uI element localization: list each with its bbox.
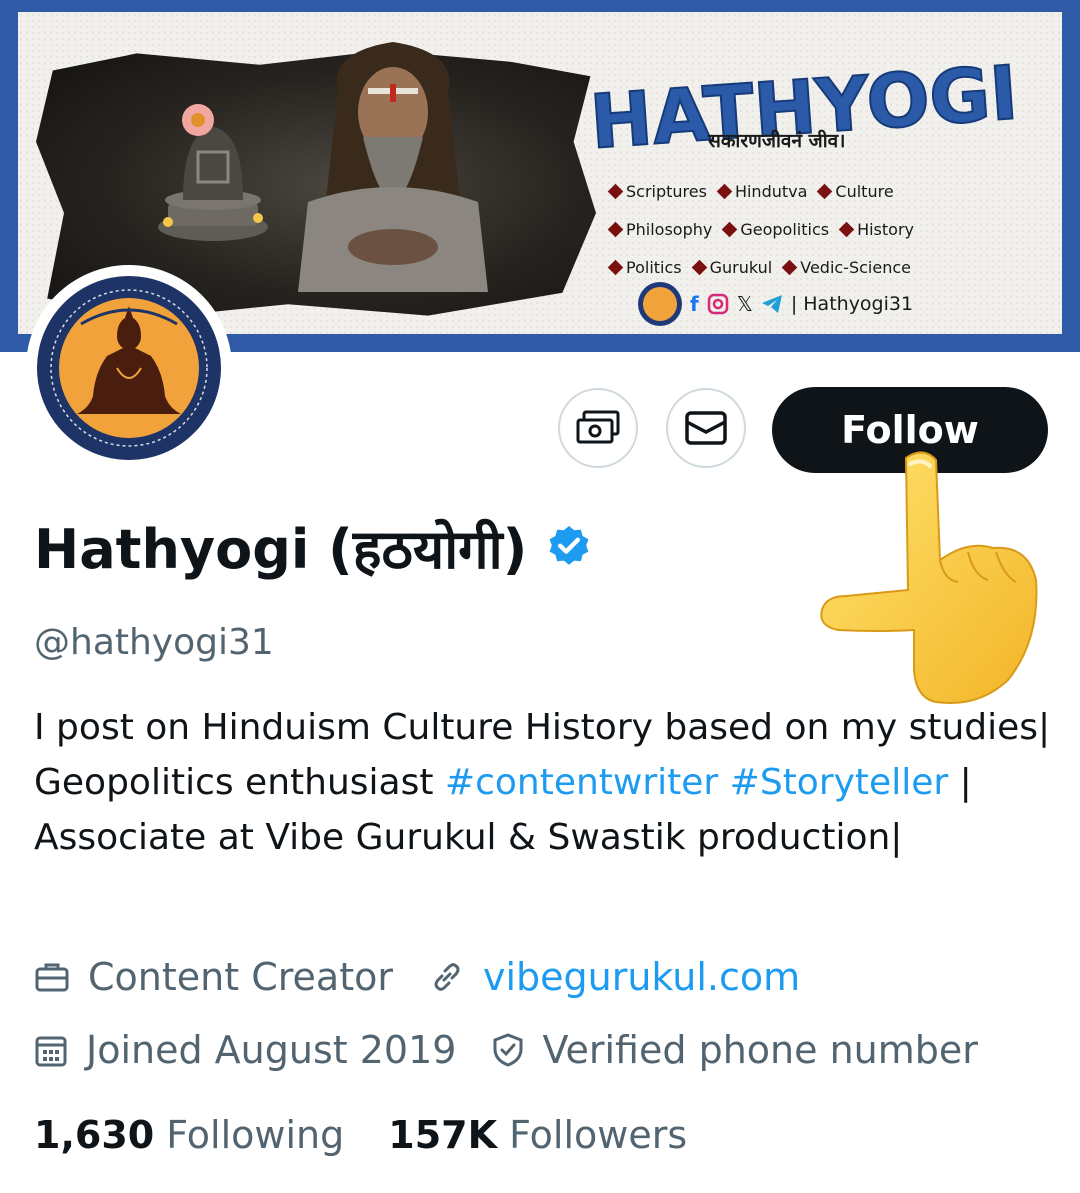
- diamond-icon: [722, 221, 738, 237]
- link-icon: [434, 963, 460, 991]
- topic-item: Politics: [607, 258, 682, 277]
- topic-item: Gurukul: [691, 258, 772, 277]
- topic-item: Geopolitics: [722, 220, 829, 239]
- shield-icon: [493, 1033, 523, 1067]
- profile-handle: @hathyogi31: [34, 622, 274, 663]
- banner-social-row: f 𝕏 | Hathyogi31: [638, 282, 913, 326]
- followers-label: Followers: [509, 1113, 688, 1157]
- topic-item: History: [838, 220, 914, 239]
- telegram-icon: [761, 295, 782, 313]
- profile-stats: 1,630 Following 157K Followers: [34, 1113, 687, 1157]
- profile-meta-row: Joined August 2019 Verified phone number: [34, 1028, 1014, 1072]
- profile-verified-phone[interactable]: Verified phone number: [492, 1028, 978, 1072]
- diamond-icon: [691, 259, 707, 275]
- banner-social-handle: | Hathyogi31: [790, 293, 914, 315]
- followers-link[interactable]: 157K Followers: [388, 1113, 687, 1157]
- topic-item: Philosophy: [607, 220, 712, 239]
- shiva-linga-icon: [158, 104, 268, 241]
- diamond-icon: [716, 183, 733, 199]
- following-label: Following: [166, 1113, 345, 1157]
- topic-item: Culture: [817, 182, 894, 201]
- diamond-icon: [607, 183, 624, 199]
- following-count: 1,630: [34, 1113, 155, 1157]
- verified-badge-icon[interactable]: [545, 523, 593, 571]
- message-button[interactable]: [666, 388, 746, 468]
- avatar[interactable]: [26, 265, 232, 471]
- diamond-icon: [838, 221, 855, 237]
- hashtag-link[interactable]: #Storyteller: [730, 762, 948, 803]
- topic-item: Scriptures: [607, 182, 707, 201]
- envelope-icon: [685, 411, 727, 445]
- topic-item: Hindutva: [716, 182, 807, 201]
- following-link[interactable]: 1,630 Following: [34, 1113, 344, 1157]
- subscribe-button[interactable]: [558, 388, 638, 468]
- profile-meta-row: Content Creator vibegurukul.com: [34, 955, 836, 999]
- banner-topics: Scriptures Hindutva Culture Philosophy G…: [607, 172, 1050, 286]
- pointing-hand-icon: [820, 451, 1038, 704]
- profile-category: Content Creator: [34, 955, 393, 999]
- profile-joined: Joined August 2019: [34, 1028, 456, 1072]
- diamond-icon: [817, 183, 833, 199]
- hathyogi-logo: [37, 276, 221, 460]
- sage-figure-icon: [298, 42, 488, 292]
- facebook-icon: f: [690, 292, 699, 316]
- website-link[interactable]: vibegurukul.com: [483, 955, 800, 999]
- profile-website[interactable]: vibegurukul.com: [429, 955, 800, 999]
- display-name: Hathyogi (हठयोगी): [34, 518, 528, 581]
- profile-display-name-row: Hathyogi (हठयोगी): [34, 510, 593, 584]
- topic-item: Vedic-Science: [781, 258, 911, 277]
- topic-row: Philosophy Geopolitics History: [607, 210, 1050, 248]
- briefcase-icon: [35, 963, 69, 992]
- diamond-icon: [607, 259, 624, 275]
- hathyogi-mini-logo: [638, 282, 682, 326]
- hashtag-link[interactable]: #contentwriter: [445, 762, 718, 803]
- diamond-icon: [607, 221, 624, 237]
- profile-bio: I post on Hinduism Culture History based…: [34, 700, 1054, 865]
- money-icon: [576, 410, 620, 444]
- diamond-icon: [781, 259, 798, 275]
- followers-count: 157K: [388, 1113, 498, 1157]
- banner-tagline: सकारणजीवनं जीव।: [708, 130, 846, 152]
- x-icon: 𝕏: [736, 292, 753, 316]
- instagram-icon: [707, 293, 728, 315]
- calendar-icon: [35, 1036, 67, 1067]
- topic-row: Politics Gurukul Vedic-Science: [607, 248, 1050, 286]
- topic-row: Scriptures Hindutva Culture: [607, 172, 1050, 210]
